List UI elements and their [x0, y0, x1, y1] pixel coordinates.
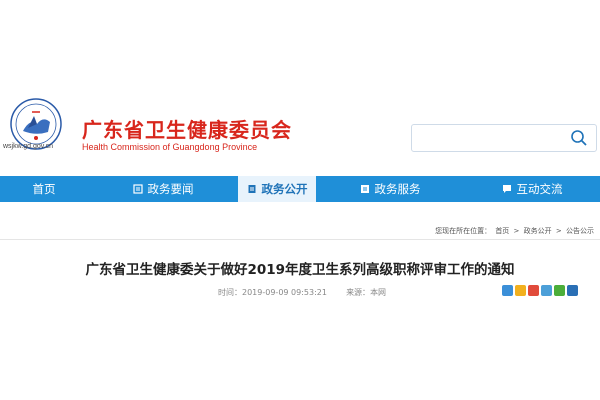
search-box[interactable]	[411, 124, 597, 152]
main-nav: 首页 政务要闻 政务公开 政务服务 互动交流	[0, 176, 600, 202]
article-title: 广东省卫生健康委关于做好2019年度卫生系列高级职称评审工作的通知	[85, 262, 515, 278]
search-input[interactable]	[418, 129, 568, 147]
nav-item-news[interactable]: 政务要闻	[88, 176, 238, 202]
nav-item-home[interactable]: 首页	[0, 176, 88, 202]
share-more-icon[interactable]	[502, 285, 513, 296]
service-icon	[360, 185, 369, 193]
share-tencent-weibo-icon[interactable]	[541, 285, 552, 296]
nav-item-services[interactable]: 政务服务	[316, 176, 464, 202]
article-meta: 时间：2019-09-09 09:53:21 来源：本网	[218, 287, 386, 298]
share-qzone-icon[interactable]	[515, 285, 526, 296]
breadcrumb-separator: >	[555, 227, 562, 235]
nav-item-public-affairs[interactable]: 政务公开	[238, 176, 316, 202]
nav-item-label: 互动交流	[516, 182, 563, 196]
share-toolbar	[502, 285, 580, 296]
share-weibo-icon[interactable]	[528, 285, 539, 296]
share-wechat-icon[interactable]	[554, 285, 565, 296]
nav-item-label: 首页	[32, 182, 56, 196]
breadcrumb-item-public-affairs[interactable]: 政务公开	[524, 227, 552, 235]
nav-item-label: 政务要闻	[147, 182, 194, 196]
nav-item-interaction[interactable]: 互动交流	[464, 176, 600, 202]
breadcrumb: 您现在所在位置： 首页 > 政务公开 > 公告公示	[435, 226, 596, 236]
news-icon	[132, 184, 143, 194]
nav-item-label: 政务公开	[261, 182, 308, 196]
document-icon	[248, 185, 255, 193]
source-value: 本网	[370, 288, 387, 297]
source-label: 来源：	[346, 288, 371, 297]
site-domain: wsjkw.gd.gov.cn	[3, 143, 54, 150]
time-value: 2019-09-09 09:53:21	[242, 288, 327, 297]
chat-icon	[502, 185, 511, 193]
share-renren-icon[interactable]	[567, 285, 578, 296]
site-title-cn[interactable]: 广东省卫生健康委员会	[82, 114, 292, 143]
breadcrumb-item-announcements[interactable]: 公告公示	[566, 227, 594, 235]
breadcrumb-bar: 您现在所在位置： 首页 > 政务公开 > 公告公示	[0, 220, 600, 240]
site-title-en: Health Commission of Guangdong Province	[82, 142, 258, 152]
nav-item-label: 政务服务	[374, 182, 421, 196]
time-label: 时间：	[218, 288, 242, 297]
breadcrumb-item-home[interactable]: 首页	[495, 227, 509, 235]
breadcrumb-separator: >	[513, 227, 520, 235]
breadcrumb-prefix: 您现在所在位置：	[435, 227, 492, 235]
search-icon[interactable]	[570, 129, 588, 147]
